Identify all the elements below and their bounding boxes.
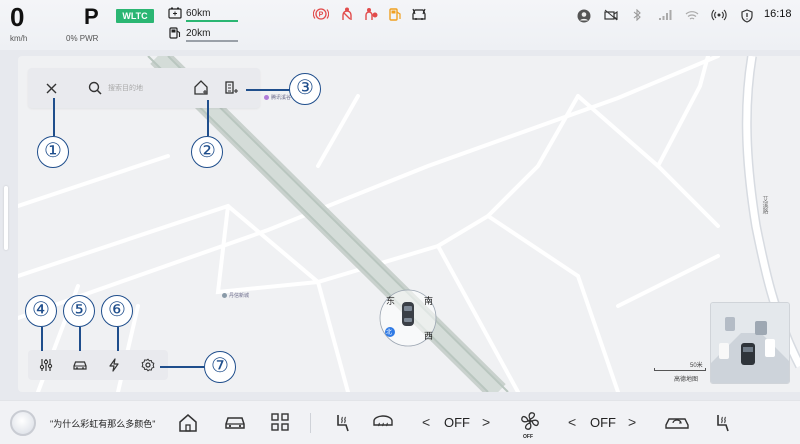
fan-icon[interactable] <box>520 411 540 431</box>
seat-heat-icon[interactable] <box>334 413 352 433</box>
callout-5-leader <box>79 327 81 351</box>
camera-feed-image <box>711 303 789 383</box>
wifi-icon <box>685 11 699 20</box>
car-recirculation-icon[interactable] <box>664 414 690 430</box>
charging-button[interactable] <box>98 350 130 380</box>
fuel-warning-icon <box>389 8 401 21</box>
fuel-range: 20km <box>168 27 210 39</box>
callout-7-leader <box>160 366 204 368</box>
battery-icon <box>168 7 182 19</box>
poi-left[interactable]: 丹信新城 <box>222 292 249 299</box>
temp-left-increase[interactable]: > <box>482 414 490 430</box>
map-tools-bar <box>28 350 168 380</box>
battery-range-value: 60km <box>186 7 211 19</box>
side-drawer-handle[interactable] <box>4 186 8 250</box>
seat-heat-icon[interactable] <box>714 413 732 433</box>
temp-right-increase[interactable]: > <box>628 414 636 430</box>
temp-left-value: OFF <box>444 415 470 430</box>
fuel-pump-icon <box>169 27 181 39</box>
home-icon[interactable] <box>178 413 198 432</box>
compass-west: 西 <box>424 331 434 341</box>
callout-7: ⑦ <box>204 351 236 383</box>
battery-range: 60km <box>168 7 210 19</box>
poi-near-search[interactable]: 腾讯溪谷 <box>264 94 291 101</box>
callout-3: ③ <box>289 73 321 105</box>
signal-icon <box>659 10 672 20</box>
map-view[interactable]: 东 南 西 北 腾讯溪谷 丹信新城 艾溪路 搜索目的地 50米 高德地图 <box>18 56 800 392</box>
callout-1: ① <box>37 136 69 168</box>
road-label: 艾溪路 <box>761 196 767 214</box>
bottom-dock: "为什么彩虹有那么多颜色" < OFF > OFF < OFF > <box>0 400 800 444</box>
map-search-bar: 搜索目的地 <box>28 68 260 108</box>
parking-brake-icon: P <box>313 8 329 20</box>
callout-5: ⑤ <box>63 295 95 327</box>
compass-south: 南 <box>424 296 434 306</box>
surround-camera-preview[interactable] <box>710 302 790 384</box>
wltc-badge: WLTC <box>116 9 154 23</box>
gear-icon <box>141 358 155 372</box>
fuel-range-value: 20km <box>186 27 211 39</box>
status-bar: 0 km/h P 0% PWR WLTC 60km 20km P 16:18 <box>0 0 800 50</box>
door-open-icon <box>412 8 426 20</box>
company-icon[interactable] <box>224 80 239 95</box>
settings-sliders-button[interactable] <box>30 350 62 380</box>
seatbelt-icon <box>342 7 352 20</box>
callout-6: ⑥ <box>101 295 133 327</box>
airbag-icon <box>365 8 378 20</box>
bluetooth-icon <box>633 9 641 21</box>
car-icon <box>73 361 87 370</box>
compass-north: 北 <box>386 330 393 336</box>
camera-off-icon <box>604 9 618 21</box>
charging-icon <box>109 358 119 372</box>
home-icon[interactable] <box>194 80 208 95</box>
gear-indicator: P <box>84 4 99 29</box>
search-input[interactable]: 搜索目的地 <box>108 83 143 93</box>
user-avatar-icon[interactable] <box>577 9 591 23</box>
hotspot-icon <box>711 9 727 21</box>
callout-2: ② <box>191 136 223 168</box>
callout-2-leader <box>207 100 209 136</box>
svg-text:P: P <box>319 12 324 19</box>
search-icon[interactable] <box>88 81 102 95</box>
rear-defrost-icon[interactable] <box>372 415 394 431</box>
clock: 16:18 <box>764 8 792 20</box>
temp-right-decrease[interactable]: < <box>568 414 576 430</box>
battery-range-bar <box>186 20 238 22</box>
compass-east: 东 <box>386 296 396 306</box>
sliders-icon <box>39 359 53 371</box>
callout-3-leader <box>246 89 290 91</box>
dock-separator <box>310 413 311 433</box>
speed-value: 0 <box>10 2 25 32</box>
fan-status: OFF <box>523 434 533 440</box>
power-percent: 0% PWR <box>66 34 99 43</box>
fuel-range-bar <box>186 40 238 42</box>
map-scale-bar <box>654 368 706 371</box>
voice-assistant-suggestion[interactable]: "为什么彩虹有那么多颜色" <box>50 417 155 430</box>
speed-unit: km/h <box>10 34 28 43</box>
voice-assistant-button[interactable] <box>10 410 36 436</box>
map-attribution: 高德地图 <box>674 377 699 383</box>
close-icon[interactable] <box>46 83 57 94</box>
callout-1-leader <box>53 98 55 136</box>
callout-4-leader <box>41 327 43 351</box>
temp-right-value: OFF <box>590 415 616 430</box>
apps-grid-icon[interactable] <box>271 413 289 431</box>
callout-4: ④ <box>25 295 57 327</box>
shield-icon <box>741 9 753 23</box>
temp-left-decrease[interactable]: < <box>422 414 430 430</box>
car-icon[interactable] <box>224 415 246 430</box>
callout-6-leader <box>117 327 119 351</box>
map-settings-button[interactable] <box>132 350 164 380</box>
vehicle-button[interactable] <box>64 350 96 380</box>
